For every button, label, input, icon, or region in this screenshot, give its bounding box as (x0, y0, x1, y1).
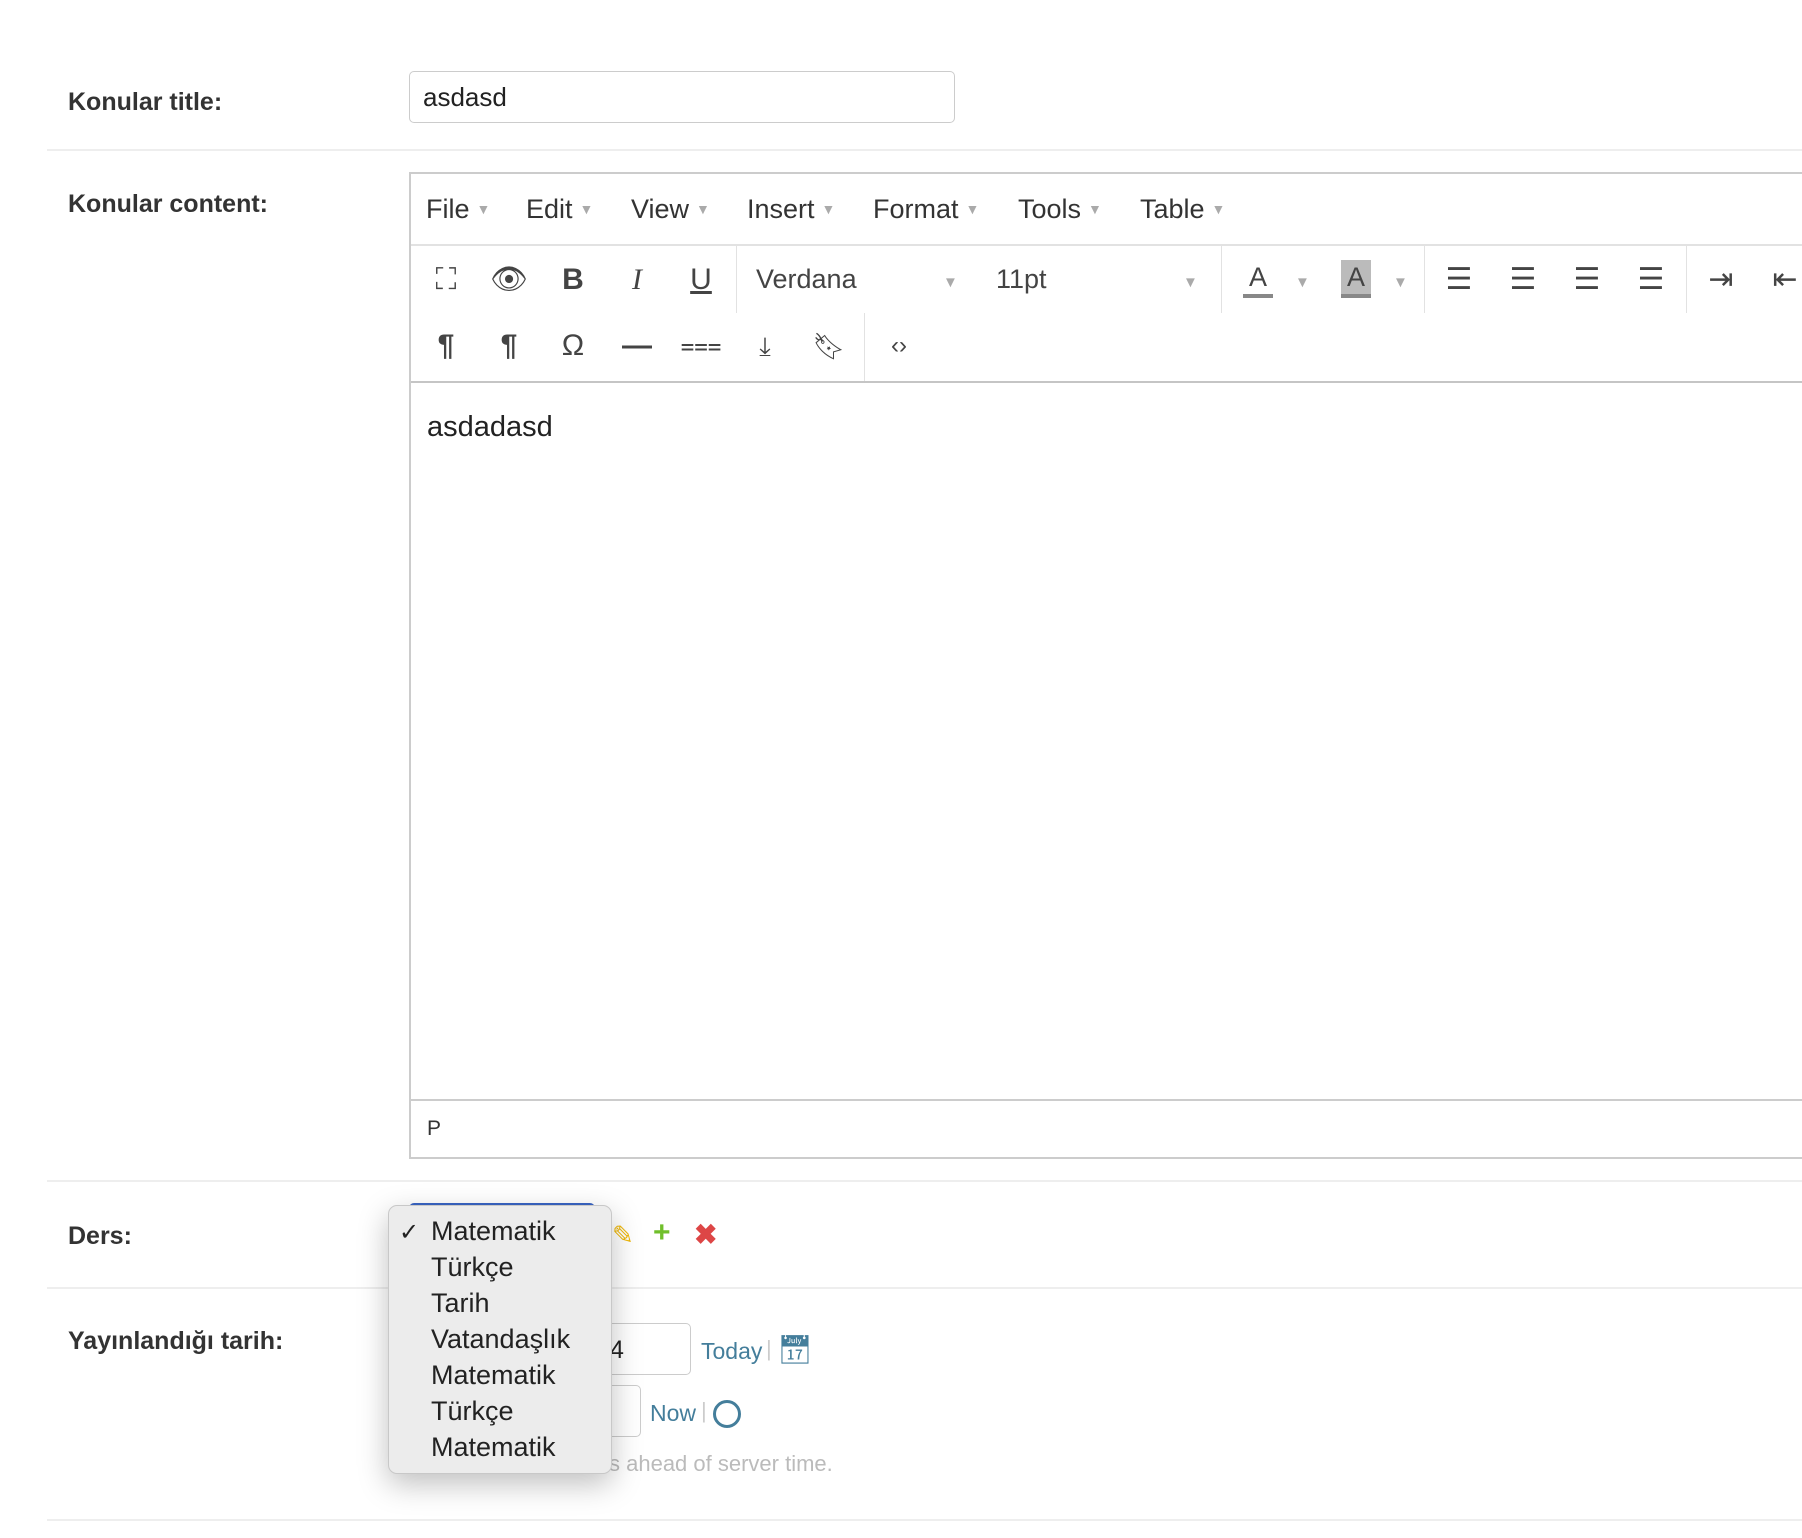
ders-label: Ders: (68, 1222, 132, 1250)
caret-down-icon: ▼ (821, 201, 836, 217)
outdent-icon[interactable]: ⇤ (1763, 260, 1802, 300)
italic-icon[interactable]: I (615, 260, 659, 300)
menu-insert[interactable]: Insert ▼ (747, 194, 835, 225)
caret-down-icon: ▼ (696, 201, 710, 217)
source-code-icon[interactable]: ‹› (877, 326, 921, 366)
content-label: Konular content: (68, 190, 268, 218)
bold-icon[interactable]: B (551, 260, 595, 300)
dropdown-option[interactable]: Türkçe (431, 1396, 514, 1427)
menu-label: View (631, 194, 690, 224)
caret-down-icon[interactable]: ▼ (1183, 274, 1198, 291)
caret-down-icon: ▼ (1211, 201, 1226, 217)
editor-content-area[interactable]: asdadasd (411, 381, 1802, 1103)
divider (47, 1287, 1802, 1289)
align-left-icon[interactable]: ☰ (1437, 260, 1481, 300)
dropdown-option[interactable]: Tarih (431, 1288, 490, 1319)
dropdown-option[interactable]: Vatandaşlık (431, 1324, 570, 1355)
caret-down-icon: ▼ (1088, 201, 1102, 217)
divider (47, 149, 1802, 151)
align-justify-icon[interactable]: ☰ (1629, 260, 1673, 300)
toolbar-divider (864, 313, 865, 381)
clock-icon[interactable] (713, 1400, 741, 1428)
menu-label: Tools (1018, 194, 1082, 224)
menu-table[interactable]: Table ▼ (1140, 194, 1225, 225)
add-plus-icon[interactable]: + (653, 1216, 671, 1250)
toolbar-divider (736, 246, 737, 313)
indent-icon[interactable]: ⇥ (1699, 260, 1743, 300)
dropdown-option[interactable]: Matematik (431, 1432, 556, 1463)
date-label: Yayınlandığı tarih: (68, 1327, 284, 1355)
ders-dropdown-menu: ✓ Matematik Türkçe Tarih Vatandaşlık Mat… (388, 1205, 612, 1474)
font-family-select[interactable]: Verdana (756, 264, 857, 295)
separator-bar: | (766, 1336, 772, 1361)
special-character-omega-icon[interactable]: Ω (551, 326, 595, 366)
page-break-icon[interactable]: ⩶ (679, 326, 723, 366)
caret-down-icon[interactable]: ▼ (1295, 274, 1310, 291)
divider (47, 1519, 1802, 1521)
insert-anchor-icon[interactable]: ⤓ (743, 326, 787, 366)
edit-pencil-icon[interactable]: ✎ (612, 1220, 634, 1251)
underline-icon[interactable]: U (679, 260, 723, 300)
menu-label: Table (1140, 194, 1205, 224)
menu-edit[interactable]: Edit ▼ (526, 194, 593, 225)
align-center-icon[interactable]: ☰ (1565, 260, 1609, 300)
menu-view[interactable]: View ▼ (631, 194, 710, 225)
menu-tools[interactable]: Tools ▼ (1018, 194, 1102, 225)
editor-menubar: File ▼ Edit ▼ View ▼ Insert ▼ Format ▼ Tools ▼… (411, 174, 1802, 246)
caret-down-icon[interactable]: ▼ (1393, 274, 1408, 291)
menu-format[interactable]: Format ▼ (873, 194, 979, 225)
menu-label: Insert (747, 194, 815, 224)
fullscreen-icon[interactable]: ⛶ (424, 260, 468, 300)
today-link[interactable]: Today (701, 1338, 762, 1365)
rich-text-editor: File ▼ Edit ▼ View ▼ Insert ▼ Format ▼ Tools ▼… (409, 172, 1802, 1159)
separator-bar: | (701, 1398, 707, 1423)
divider (47, 1180, 1802, 1182)
background-color-icon[interactable]: A (1341, 260, 1371, 298)
toolbar-divider (1424, 246, 1425, 313)
menu-label: Edit (526, 194, 573, 224)
checkmark-icon: ✓ (399, 1219, 420, 1246)
preview-eye-icon[interactable]: 👁 (487, 260, 531, 300)
caret-down-icon: ▼ (476, 201, 491, 217)
calendar-icon[interactable]: 📅︎ (777, 1333, 813, 1366)
bookmark-icon[interactable]: 🔖︎ (807, 326, 851, 366)
menu-label: Format (873, 194, 959, 224)
menu-file[interactable]: File ▼ (426, 194, 490, 225)
horizontal-rule-icon[interactable]: — (615, 326, 659, 366)
timezone-help-text: s ahead of server time. (609, 1451, 833, 1476)
toolbar-divider (1221, 246, 1222, 313)
dropdown-option[interactable]: Türkçe (431, 1252, 514, 1283)
title-input[interactable]: asdasd (409, 71, 955, 123)
font-size-select[interactable]: 11pt (996, 264, 1047, 295)
align-right-icon[interactable]: ☰ (1501, 260, 1545, 300)
text-color-icon[interactable]: A (1243, 260, 1273, 298)
now-link[interactable]: Now (650, 1400, 696, 1427)
title-label: Konular title: (68, 88, 223, 116)
caret-down-icon[interactable]: ▼ (943, 274, 958, 291)
caret-down-icon: ▼ (965, 201, 980, 217)
dropdown-option[interactable]: Matematik (431, 1216, 556, 1247)
editor-status-path[interactable]: P (411, 1099, 1802, 1157)
dropdown-option[interactable]: Matematik (431, 1360, 556, 1391)
paragraph-ltr-icon[interactable]: ¶ (424, 326, 468, 366)
delete-x-icon[interactable]: ✖ (694, 1218, 717, 1251)
caret-down-icon: ▼ (579, 201, 594, 217)
toolbar-divider (1686, 246, 1687, 313)
menu-label: File (426, 194, 470, 224)
paragraph-rtl-icon[interactable]: ¶ (487, 326, 531, 366)
